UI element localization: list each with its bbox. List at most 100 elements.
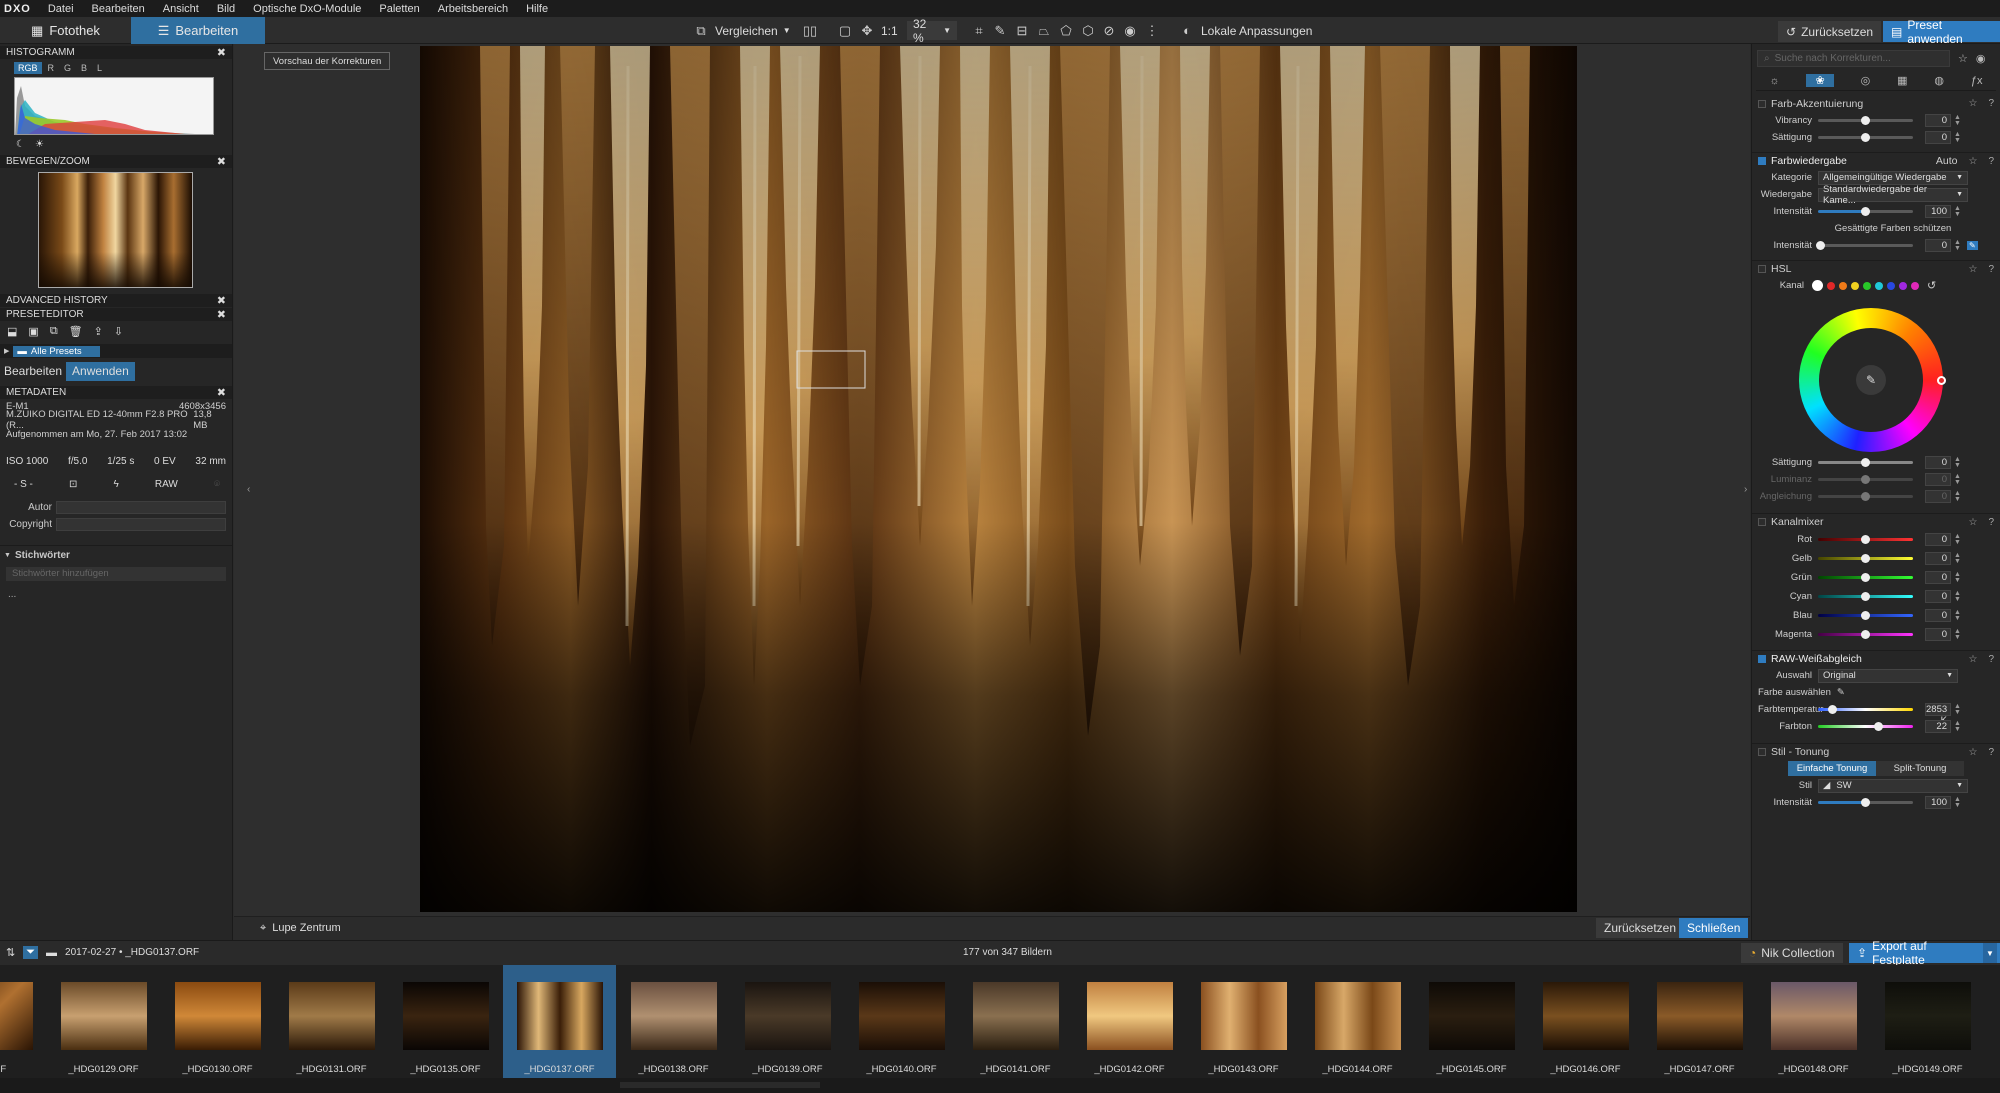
preview-corrections-button[interactable]: Vorschau der Korrekturen (264, 52, 391, 70)
protect-intensity-slider[interactable] (1816, 241, 1913, 250)
close-icon[interactable]: ✖ (217, 294, 226, 307)
menu-hilfe[interactable]: Hilfe (517, 3, 557, 15)
eyedropper-icon[interactable]: ✎ (1966, 241, 1978, 250)
wb-select[interactable]: Original ▼ (1818, 668, 1958, 683)
star-icon[interactable]: ☆ (1968, 517, 1977, 528)
duplicate-preset-icon[interactable]: ⧉ (50, 325, 58, 338)
toning-simple-tab[interactable]: Einfache Tonung (1788, 761, 1876, 776)
hist-tab-rgb[interactable]: RGB (14, 62, 42, 74)
hist-tab-g[interactable]: G (60, 62, 75, 74)
mixer-yellow-value[interactable]: 0 (1925, 552, 1951, 565)
hist-tab-r[interactable]: R (44, 62, 59, 74)
viewer-reset-button[interactable]: Zurücksetzen (1596, 918, 1685, 938)
filmstrip-thumb[interactable]: _HDG0131.ORF (275, 965, 388, 1078)
hsl-checkbox[interactable] (1758, 265, 1766, 273)
wb-tint-value[interactable]: 22 (1925, 720, 1951, 733)
channel-blue-swatch[interactable] (1887, 281, 1895, 290)
star-icon[interactable]: ☆ (1968, 747, 1977, 758)
hsl-saturation-value[interactable]: 0 (1925, 456, 1951, 469)
mixer-cyan-value[interactable]: 0 (1925, 590, 1951, 603)
channel-all-swatch[interactable] (1812, 280, 1823, 291)
hsl-header[interactable]: HSL ☆? (1752, 260, 2000, 277)
help-icon[interactable]: ? (1988, 517, 1994, 528)
help-icon[interactable]: ? (1988, 156, 1994, 167)
spinner-icon[interactable]: ▲ ▼ (1954, 131, 1961, 144)
navigator-thumbnail[interactable] (38, 172, 193, 288)
close-icon[interactable]: ✖ (217, 46, 226, 59)
filmstrip-thumb[interactable]: _HDG0137.ORF (503, 965, 616, 1078)
hist-tab-l[interactable]: L (93, 62, 106, 74)
channel-purple-swatch[interactable] (1899, 281, 1907, 290)
mixer-red-slider[interactable] (1818, 535, 1913, 544)
mixer-green-slider[interactable] (1818, 573, 1913, 582)
mixer-magenta-value[interactable]: 0 (1925, 628, 1951, 641)
loupe-button[interactable]: ⌖ Lupe Zentrum (260, 922, 341, 935)
vibrancy-value[interactable]: 0 (1925, 114, 1951, 127)
keywords-input[interactable]: Stichwörter hinzufügen (6, 567, 226, 581)
wb-tint-slider[interactable] (1818, 722, 1913, 731)
channel-red-swatch[interactable] (1827, 281, 1835, 290)
render-select[interactable]: Standardwiedergabe der Kame... ▼ (1818, 184, 1968, 206)
crop-tool[interactable]: ⌗ (970, 21, 988, 40)
import-preset-icon[interactable]: ⇪ (94, 325, 103, 338)
toning-checkbox[interactable] (1758, 748, 1766, 756)
category-select[interactable]: Allgemeingültige Wiedergabe ▼ (1818, 170, 1968, 185)
apply-preset-button[interactable]: ▤ Preset anwenden (1883, 18, 2000, 46)
help-icon[interactable]: ? (1988, 747, 1994, 758)
ratio-button[interactable]: 1:1 (881, 21, 898, 40)
move-button[interactable]: ✥ (858, 21, 876, 40)
star-icon[interactable]: ☆ (1968, 156, 1977, 167)
collapse-right-icon[interactable]: › (1744, 484, 1747, 495)
trash-icon[interactable]: 🗑 (69, 325, 83, 338)
menu-arbeitsbereich[interactable]: Arbeitsbereich (429, 3, 517, 15)
filmstrip-thumb[interactable]: _HDG0146.ORF (1529, 965, 1642, 1078)
nik-collection-button[interactable]: ◔ Nik Collection (1741, 943, 1843, 963)
filmstrip-thumb[interactable]: _HDG0144.ORF (1301, 965, 1414, 1078)
perspective-8-tool[interactable]: ⬠ (1057, 21, 1075, 40)
channel-magenta-swatch[interactable] (1911, 281, 1919, 290)
mixer-red-value[interactable]: 0 (1925, 533, 1951, 546)
wb-temp-value[interactable]: 2853 K (1925, 703, 1951, 726)
filmstrip-thumb[interactable]: _HDG0142.ORF (1073, 965, 1186, 1078)
viewer-close-button[interactable]: Schließen (1679, 918, 1749, 938)
filmstrip-thumb[interactable]: _HDG0145.ORF (1415, 965, 1528, 1078)
vibrancy-slider[interactable] (1818, 116, 1913, 125)
moon-icon[interactable]: ☾ (16, 139, 25, 150)
repair-tool[interactable]: ⊘ (1100, 21, 1118, 40)
sort-icon[interactable]: ⇅ (6, 946, 15, 959)
export-menu-chevron-icon[interactable]: ▼ (1983, 943, 1997, 963)
image-preset-icon[interactable]: ▣ (28, 325, 38, 338)
spinner-icon[interactable]: ▲ ▼ (1954, 533, 1961, 546)
fit-button[interactable]: ▢ (836, 21, 854, 40)
color-render-checkbox[interactable] (1758, 157, 1766, 165)
toning-header[interactable]: Stil - Tonung ☆? (1752, 743, 2000, 760)
collapse-left-icon[interactable]: ‹ (247, 484, 250, 495)
reset-icon[interactable]: ↺ (1927, 279, 1936, 292)
color-accent-header[interactable]: Farb-Akzentuierung ☆? (1752, 95, 2000, 112)
close-icon[interactable]: ✖ (217, 308, 226, 321)
raw-wb-header[interactable]: RAW-Weißabgleich ☆? (1752, 650, 2000, 667)
filter-icon[interactable]: ⏷ (23, 946, 39, 959)
filmstrip-scrollbar[interactable] (620, 1082, 820, 1088)
toning-split-tab[interactable]: Split-Tonung (1876, 761, 1964, 776)
sun-icon[interactable]: ☀ (35, 139, 44, 150)
tab-fotothek[interactable]: ▦ Fotothek (0, 17, 131, 44)
menu-optische-module[interactable]: Optische DxO-Module (244, 3, 370, 15)
toning-intensity-value[interactable]: 100 (1925, 796, 1951, 809)
filmstrip-thumb[interactable]: 28.ORF (0, 965, 46, 1078)
accent-saturation-slider[interactable] (1818, 133, 1913, 142)
wb-temp-slider[interactable] (1818, 705, 1913, 714)
mixer-blue-value[interactable]: 0 (1925, 609, 1951, 622)
split-view-button[interactable]: ▯▯ (801, 21, 819, 40)
local-adjustments-button[interactable]: ◐ Lokale Anpassungen (1178, 21, 1312, 40)
channel-orange-swatch[interactable] (1839, 281, 1847, 290)
spinner-icon[interactable]: ▲ ▼ (1954, 205, 1961, 218)
filmstrip-thumb[interactable]: _HDG0143.ORF (1187, 965, 1300, 1078)
filmstrip-thumb[interactable]: _HDG0130.ORF (161, 965, 274, 1078)
hist-tab-b[interactable]: B (77, 62, 91, 74)
help-icon[interactable]: ? (1988, 264, 1994, 275)
filmstrip-thumb[interactable]: _HDG0147.ORF (1643, 965, 1756, 1078)
filmstrip-thumb[interactable]: _HDG0140.ORF (845, 965, 958, 1078)
render-intensity-slider[interactable] (1818, 207, 1913, 216)
eye-icon[interactable]: ◉ (1976, 52, 1986, 65)
